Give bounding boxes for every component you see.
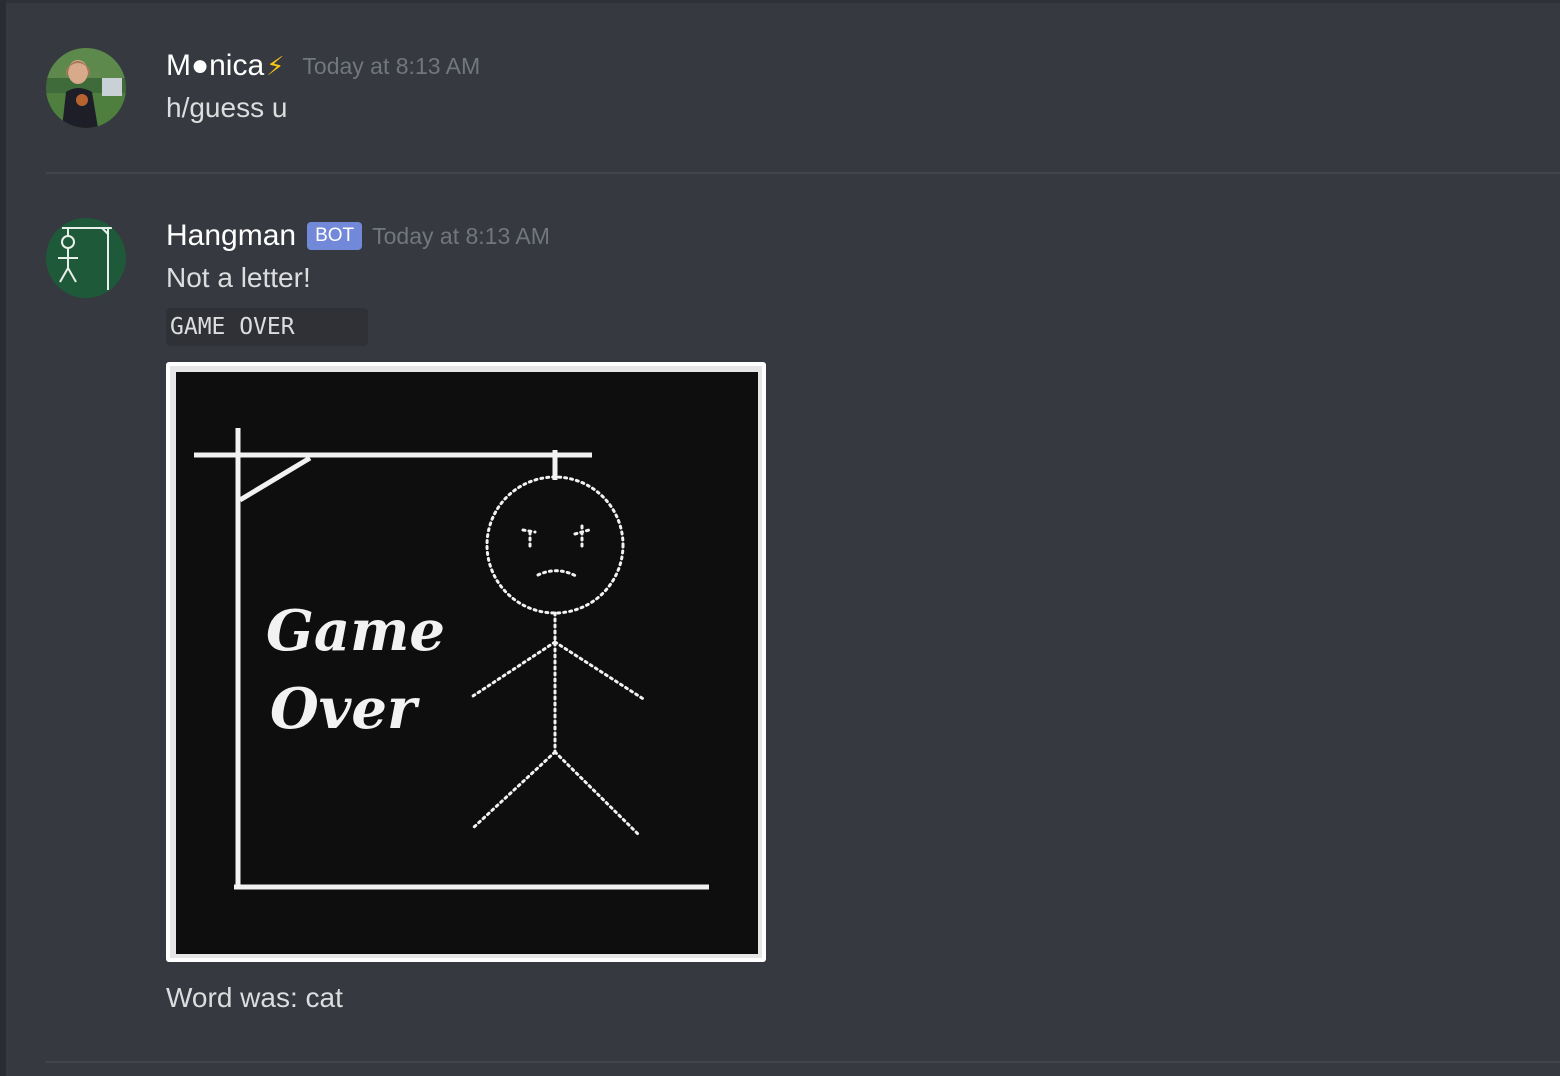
game-over-image[interactable]: Game Over [166, 362, 766, 962]
lightning-bolt-icon: ⚡ [266, 50, 285, 81]
chat-left-edge [0, 0, 6, 1076]
message-text: Not a letter! [166, 262, 311, 293]
game-over-title-line1: Game [266, 598, 445, 664]
message-text: h/guess u [166, 92, 288, 123]
timestamp: Today at 8:13 AM [372, 222, 550, 249]
code-block: GAME OVER [166, 308, 368, 346]
bot-avatar-hangman[interactable] [46, 218, 126, 298]
user-avatar-monica[interactable] [46, 48, 126, 128]
message-divider [46, 172, 1560, 174]
game-over-title-line2: Over [270, 676, 420, 742]
bot-tag: BOT [307, 222, 363, 250]
user-photo-avatar-icon [46, 48, 126, 128]
hangman-gallows-avatar-icon [46, 218, 126, 298]
message-header: Hangman BOT Today at 8:13 AM [166, 216, 550, 256]
username[interactable]: M●nica [166, 49, 264, 83]
username[interactable]: Hangman [166, 219, 296, 253]
hangman-drawing: Game Over [166, 362, 766, 962]
message-header: M●nica ⚡ Today at 8:13 AM [166, 46, 480, 86]
message-divider [46, 1061, 1560, 1063]
message-footer-text: Word was: cat [166, 982, 343, 1013]
timestamp: Today at 8:13 AM [302, 52, 481, 79]
chat-top-edge [6, 0, 1560, 3]
